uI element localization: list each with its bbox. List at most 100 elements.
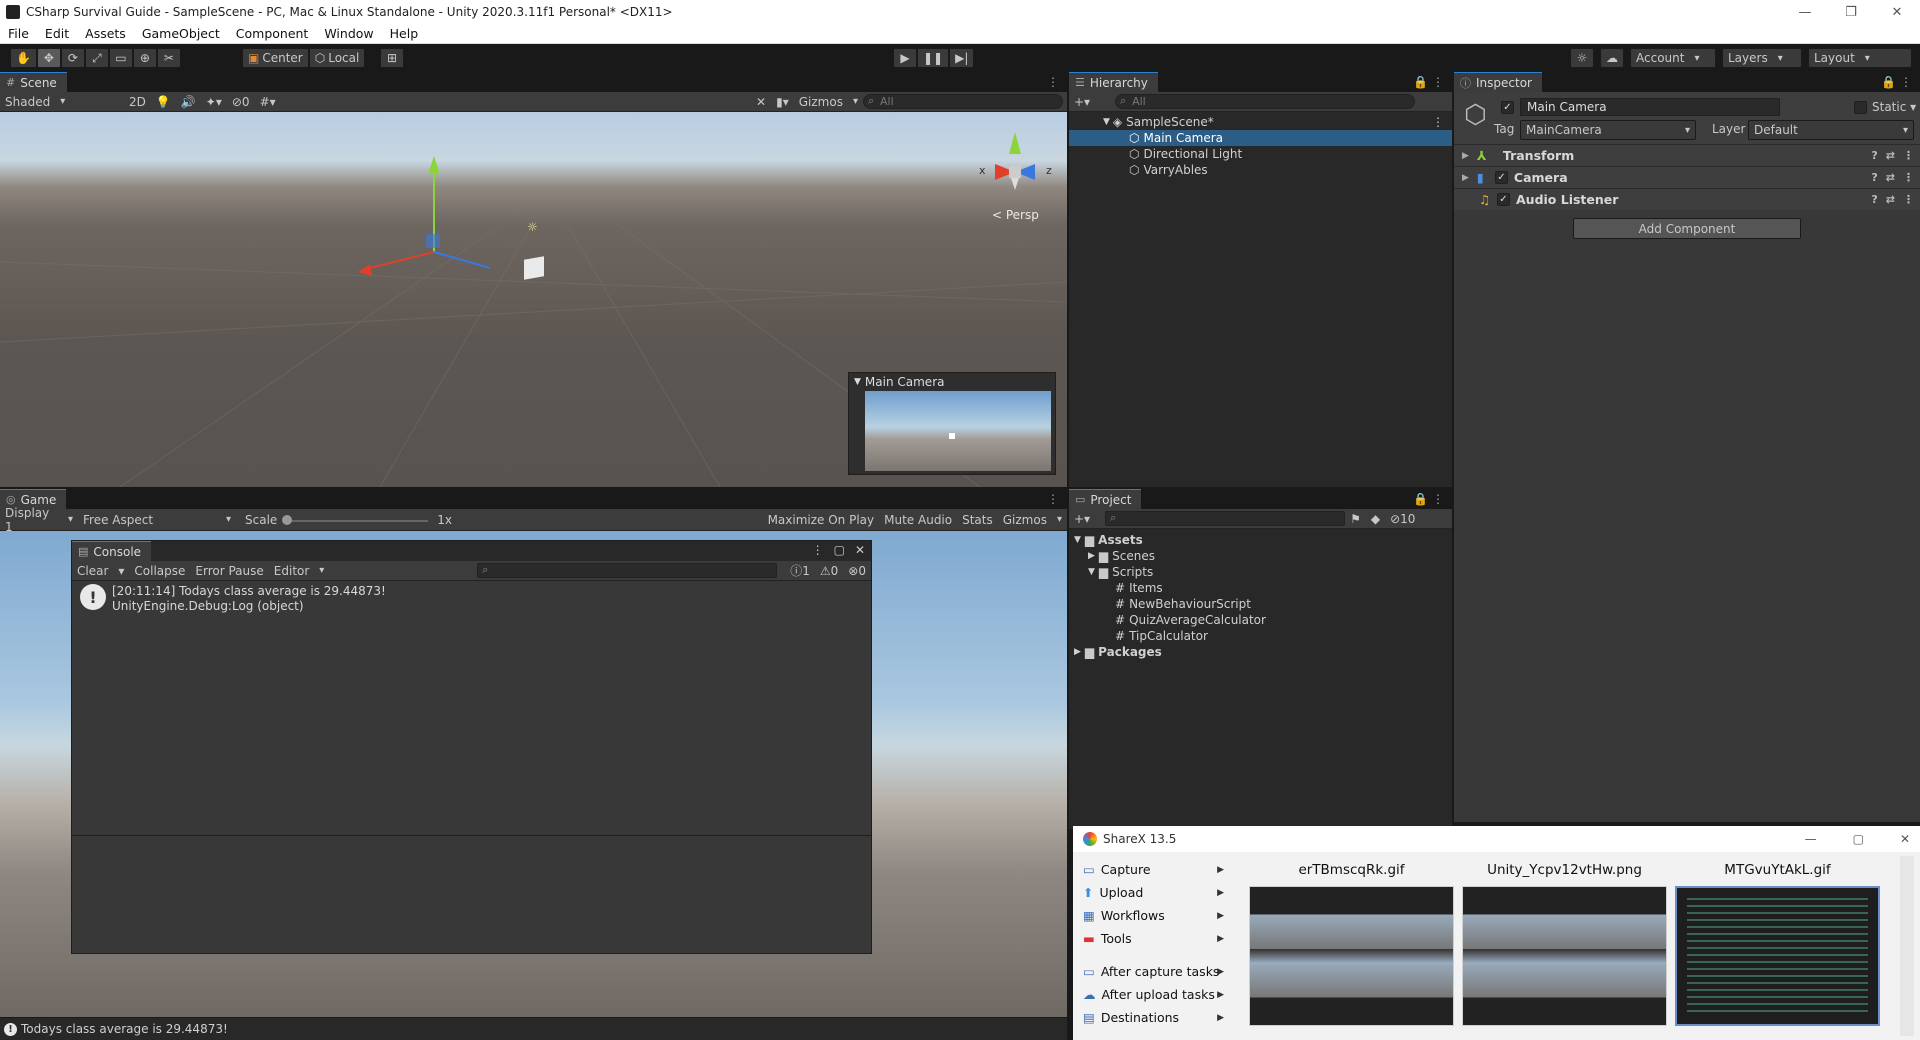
scale-slider-thumb[interactable]: [282, 514, 293, 525]
sharex-thumbnail[interactable]: erTBmscqRk.gif: [1249, 862, 1454, 1026]
tab-scene[interactable]: # Scene: [0, 72, 67, 92]
transform-tool-icon[interactable]: ⊕: [132, 48, 157, 68]
effects-toggle-icon[interactable]: ✦▾: [201, 95, 227, 109]
active-checkbox[interactable]: ✓: [1501, 101, 1514, 114]
hidden-objects-toggle[interactable]: ⊘ 0: [227, 95, 255, 109]
scene-viewport[interactable]: ☼ x z < Persp ▼ Main Camera: [0, 112, 1067, 487]
scene-root-item[interactable]: ▼ ◈ SampleScene* ⋮: [1069, 114, 1452, 130]
scene-panel-menu-icon[interactable]: ⋮: [1047, 75, 1059, 89]
component-audio-listener[interactable]: ♫ ✓ Audio Listener ? ⇄ ⋮: [1454, 188, 1920, 210]
console-menu-icon[interactable]: ⋮: [812, 543, 824, 557]
sharex-menu-tools[interactable]: ▬ Tools ▶: [1073, 927, 1238, 950]
collapse-arrow-icon[interactable]: ▼: [854, 377, 861, 387]
collapse-toggle[interactable]: Collapse: [129, 564, 190, 578]
sharex-menu-after-capture[interactable]: ▭ After capture tasks ▶: [1073, 960, 1238, 983]
error-filter-toggle[interactable]: ⊗ 0: [843, 564, 871, 578]
camera-settings-icon[interactable]: ▮▾: [771, 95, 794, 109]
hand-tool-icon[interactable]: ✋: [10, 48, 37, 68]
move-gizmo[interactable]: [350, 142, 490, 282]
sharex-thumbnail[interactable]: MTGvuYtAkL.gif: [1675, 862, 1880, 1026]
layout-dropdown[interactable]: Layout: [1808, 48, 1912, 68]
sharex-menu-destinations[interactable]: ▤ Destinations ▶: [1073, 1006, 1238, 1029]
menu-component[interactable]: Component: [228, 26, 317, 41]
shading-mode-dropdown[interactable]: Shaded: [0, 95, 118, 109]
tab-hierarchy[interactable]: ☰ Hierarchy: [1069, 72, 1158, 92]
maximize-on-play-toggle[interactable]: Maximize On Play: [763, 513, 880, 527]
search-by-type-icon[interactable]: ⚑: [1345, 512, 1366, 526]
projection-toggle[interactable]: < Persp: [992, 208, 1039, 222]
project-item-script[interactable]: # NewBehaviourScript: [1069, 596, 1452, 612]
expand-arrow-icon[interactable]: ▼: [1088, 567, 1095, 577]
add-component-button[interactable]: Add Component: [1573, 218, 1801, 239]
console-search-input[interactable]: [477, 563, 778, 578]
collapsed-arrow-icon[interactable]: ▶: [1074, 647, 1081, 657]
foldout-arrow-icon[interactable]: ▶: [1462, 173, 1469, 183]
project-create-icon[interactable]: +▾: [1069, 512, 1095, 526]
tab-console[interactable]: ▤ Console: [72, 541, 152, 561]
aspect-dropdown[interactable]: Free Aspect: [78, 513, 236, 527]
warning-filter-toggle[interactable]: ⚠ 0: [815, 564, 843, 578]
menu-window[interactable]: Window: [316, 26, 381, 41]
close-window-button[interactable]: ✕: [1874, 0, 1920, 24]
rect-tool-icon[interactable]: ▭: [108, 48, 133, 68]
account-dropdown[interactable]: Account: [1630, 48, 1716, 68]
audio-listener-enabled-checkbox[interactable]: ✓: [1497, 193, 1510, 206]
component-menu-icon[interactable]: ⋮: [1903, 193, 1914, 206]
game-panel-menu-icon[interactable]: ⋮: [1047, 492, 1059, 506]
menu-gameobject[interactable]: GameObject: [134, 26, 228, 41]
pivot-local-button[interactable]: ⬡ Local: [308, 48, 366, 68]
project-item-script[interactable]: # QuizAverageCalculator: [1069, 612, 1452, 628]
preset-icon[interactable]: ⇄: [1886, 193, 1895, 206]
play-icon[interactable]: ▶: [893, 48, 917, 68]
rotate-tool-icon[interactable]: ⟳: [60, 48, 85, 68]
hierarchy-item-varryables[interactable]: ⬡ VarryAbles: [1069, 162, 1452, 178]
object-name-field[interactable]: Main Camera: [1520, 98, 1780, 116]
static-dropdown[interactable]: Static ▾: [1872, 100, 1916, 114]
orientation-gizmo[interactable]: [975, 132, 1055, 212]
project-item-scenes[interactable]: ▶ ▆ Scenes: [1069, 548, 1452, 564]
2d-toggle-button[interactable]: 2D: [124, 95, 151, 109]
collab-icon[interactable]: ☼: [1570, 48, 1594, 68]
collapsed-arrow-icon[interactable]: ▶: [1088, 551, 1095, 561]
pause-icon[interactable]: ❚❚: [917, 48, 950, 68]
sharex-menu-after-upload[interactable]: ☁ After upload tasks ▶: [1073, 983, 1238, 1006]
project-item-script[interactable]: # Items: [1069, 580, 1452, 596]
project-lock-icon[interactable]: 🔒 ⋮: [1413, 492, 1444, 506]
preset-icon[interactable]: ⇄: [1886, 171, 1895, 184]
hierarchy-search-input[interactable]: All: [1115, 94, 1416, 109]
sharex-scrollbar[interactable]: [1900, 856, 1914, 1036]
search-by-label-icon[interactable]: ◆: [1366, 512, 1385, 526]
menu-help[interactable]: Help: [382, 26, 427, 41]
create-add-icon[interactable]: +▾: [1069, 95, 1095, 109]
component-camera[interactable]: ▶ ▮ ✓ Camera ? ⇄ ⋮: [1454, 166, 1920, 188]
scene-search-input[interactable]: All: [863, 94, 1063, 109]
console-clear-button[interactable]: Clear: [72, 564, 113, 578]
hierarchy-item-directional-light[interactable]: ⬡ Directional Light: [1069, 146, 1452, 162]
sharex-thumbnail[interactable]: Unity_Ycpv12vtHw.png: [1462, 862, 1667, 1026]
sharex-maximize-button[interactable]: ▢: [1853, 832, 1864, 846]
gizmos-dropdown[interactable]: Gizmos: [794, 95, 863, 109]
grid-toggle-icon[interactable]: #▾: [255, 95, 281, 109]
tab-project[interactable]: ▭ Project: [1069, 489, 1142, 509]
sharex-minimize-button[interactable]: —: [1805, 832, 1817, 846]
game-gizmos-dropdown[interactable]: Gizmos: [998, 513, 1067, 527]
static-checkbox[interactable]: [1854, 101, 1867, 114]
audio-toggle-icon[interactable]: 🔊: [176, 95, 201, 109]
tools-icon[interactable]: ✕: [751, 95, 771, 109]
log-filter-toggle[interactable]: ⓘ 1: [785, 562, 815, 579]
sharex-menu-upload[interactable]: ⬆ Upload ▶: [1073, 881, 1238, 904]
expand-arrow-icon[interactable]: ▼: [1074, 535, 1081, 545]
grid-snap-icon[interactable]: ⊞: [380, 48, 404, 68]
camera-enabled-checkbox[interactable]: ✓: [1494, 171, 1508, 184]
menu-edit[interactable]: Edit: [37, 26, 77, 41]
console-close-icon[interactable]: ✕: [855, 543, 865, 557]
move-tool-icon[interactable]: ✥: [36, 48, 61, 68]
hidden-packages-toggle[interactable]: ⊘ 10: [1385, 512, 1420, 526]
console-log-entry[interactable]: ! [20:11:14] Todays class average is 29.…: [80, 584, 871, 614]
preset-icon[interactable]: ⇄: [1886, 149, 1895, 162]
maximize-button[interactable]: ❐: [1828, 0, 1874, 24]
sharex-close-button[interactable]: ✕: [1900, 832, 1910, 846]
layers-dropdown[interactable]: Layers: [1722, 48, 1802, 68]
custom-tool-icon[interactable]: ✂: [156, 48, 181, 68]
tag-dropdown[interactable]: MainCamera: [1520, 120, 1696, 140]
